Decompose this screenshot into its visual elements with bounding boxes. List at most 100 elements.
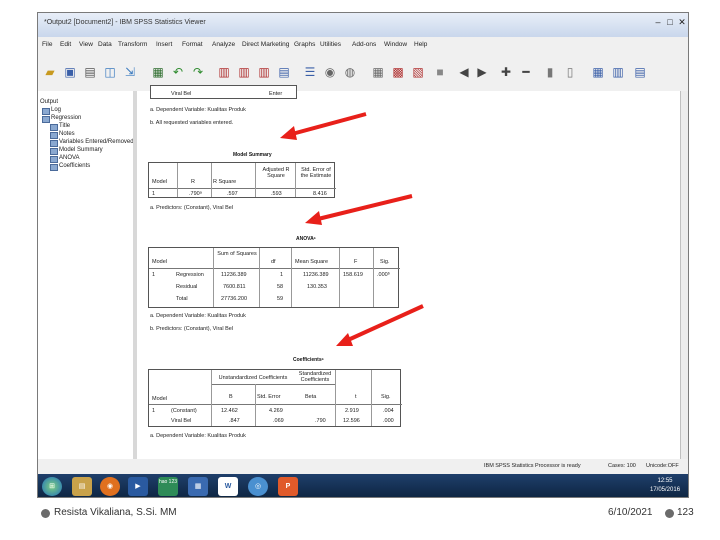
windows-start-icon[interactable]: ⊞ [42, 477, 62, 496]
coef-header-beta: Beta [305, 394, 317, 400]
coef-header-sig: Sig. [381, 394, 391, 400]
taskbar-clock[interactable]: 12:55 17/05/2016 [650, 477, 680, 495]
menu-transform[interactable]: Transform [118, 41, 147, 48]
variables-icon[interactable]: ▤ [276, 64, 292, 80]
menu-graphs[interactable]: Graphs [294, 41, 315, 48]
close-button[interactable]: ✕ [676, 16, 688, 28]
powerpoint-icon[interactable]: P [278, 477, 298, 496]
undo-icon[interactable]: ↶ [170, 64, 186, 80]
menu-addons[interactable]: Add-ons [352, 41, 376, 48]
show-icon[interactable]: ▮ [542, 64, 558, 80]
coef-group-unstd: Unstandardized Coefficients [218, 375, 288, 381]
save-icon[interactable]: ▣ [62, 64, 78, 80]
menu-help[interactable]: Help [414, 41, 427, 48]
hide-icon[interactable]: ▯ [562, 64, 578, 80]
insert-text-icon[interactable]: ▧ [410, 64, 426, 80]
menu-utilities[interactable]: Utilities [320, 41, 341, 48]
insert-heading-icon[interactable]: ▦ [370, 64, 386, 80]
ms-note-predictors: a. Predictors: (Constant), Viral Bel [150, 205, 234, 211]
recall-dialog-icon[interactable]: ▦ [150, 64, 166, 80]
goto-variable-icon[interactable]: ▥ [256, 64, 272, 80]
spss-icon[interactable]: ▦ [188, 477, 208, 496]
nav-item-regression[interactable]: Regression [51, 115, 81, 121]
menu-analyze[interactable]: Analyze [212, 41, 235, 48]
word-icon[interactable]: W [218, 477, 238, 496]
previous-table-fragment: Viral Bel Enter [150, 85, 297, 99]
divider [211, 370, 212, 426]
menu-data[interactable]: Data [98, 41, 112, 48]
menu-direct-marketing[interactable]: Direct Marketing [242, 41, 289, 48]
nav-item-coefficients[interactable]: Coefficients [59, 163, 90, 169]
nav-item-title[interactable]: Title [59, 123, 70, 129]
demote-icon[interactable]: ▶ [474, 64, 490, 80]
open-icon[interactable]: ▰ [42, 64, 58, 80]
divider [255, 163, 256, 197]
redo-icon[interactable]: ↷ [190, 64, 206, 80]
menu-insert[interactable]: Insert [156, 41, 172, 48]
spreadsheet-icon[interactable]: ▦ [590, 64, 606, 80]
output-content-pane: Viral Bel Enter a. Dependent Variable: K… [137, 85, 680, 474]
script-icon[interactable]: ▥ [610, 64, 626, 80]
vertical-scrollbar[interactable] [680, 91, 688, 474]
menu-file[interactable]: File [42, 41, 52, 48]
collapse-icon[interactable]: ━ [518, 64, 534, 80]
insert-block-icon[interactable]: ■ [432, 64, 448, 80]
designate-window-icon[interactable]: ☰ [302, 64, 318, 80]
insert-title-icon[interactable]: ▩ [390, 64, 406, 80]
coef-note-dependent: a. Dependent Variable: Kualitas Produk [150, 433, 246, 439]
minimize-button[interactable]: – [652, 16, 664, 28]
status-unicode: Unicode:OFF [646, 463, 679, 469]
nav-item-output[interactable]: Output [40, 99, 58, 105]
anova-cell: 1 [280, 272, 284, 278]
anova-icon [50, 156, 58, 163]
promote-icon[interactable]: ◀ [456, 64, 472, 80]
ms-header-std-error: Std. Error of the Estimate [300, 167, 332, 179]
anova-cell: Regression [176, 272, 204, 278]
anova-table: Model Sum of Squares df Mean Square F Si… [148, 247, 400, 308]
print-icon[interactable]: ▤ [82, 64, 98, 80]
coef-cell: .847 [229, 418, 240, 424]
nav-item-log[interactable]: Log [51, 107, 61, 113]
coef-group-std: Standardized Coefficients [298, 371, 332, 383]
divider [213, 248, 214, 307]
restore-button[interactable]: □ [664, 16, 676, 28]
nav-item-variables-entered[interactable]: Variables Entered/Removed [59, 139, 134, 145]
coef-cell: 12.462 [221, 408, 238, 414]
hao123-icon[interactable]: hao 123 [158, 477, 178, 496]
ms-cell-std-error: 8.416 [313, 191, 327, 197]
print-preview-icon[interactable]: ◫ [102, 64, 118, 80]
menu-format[interactable]: Format [182, 41, 203, 48]
coef-cell: 4.269 [269, 408, 283, 414]
coef-cell: (Constant) [171, 408, 197, 414]
nav-item-anova[interactable]: ANOVA [59, 155, 80, 161]
coef-header-b: B [229, 394, 233, 400]
nav-item-notes[interactable]: Notes [59, 131, 75, 137]
chrome-icon[interactable]: ◎ [248, 477, 268, 496]
menu-view[interactable]: View [79, 41, 93, 48]
media-icon[interactable]: ▶ [128, 477, 148, 496]
spss-viewer-window: *Output2 [Document2] - IBM SPSS Statisti… [37, 12, 689, 498]
fragment-method: Enter [269, 91, 283, 97]
explorer-icon[interactable]: ▤ [72, 477, 92, 496]
expand-icon[interactable]: ✚ [498, 64, 514, 80]
coefficients-title: Coefficientsᵃ [293, 357, 324, 363]
divider [335, 370, 336, 426]
select-last-output-icon[interactable]: ◉ [322, 64, 338, 80]
goto-case-icon[interactable]: ▥ [236, 64, 252, 80]
divider [211, 163, 212, 197]
firefox-icon[interactable]: ◉ [100, 477, 120, 496]
ms-header-r: R [191, 179, 195, 185]
anova-cell: 11236.389 [303, 272, 329, 278]
anova-cell: 7600.811 [223, 284, 246, 290]
menu-edit[interactable]: Edit [60, 41, 71, 48]
use-sets-icon[interactable]: ◍ [342, 64, 358, 80]
export-icon[interactable]: ⇲ [122, 64, 138, 80]
anova-cell: 27736.200 [221, 296, 247, 302]
chart-builder-icon[interactable]: ▤ [632, 64, 648, 80]
menu-window[interactable]: Window [384, 41, 407, 48]
anova-cell: 58 [277, 284, 284, 290]
nav-item-model-summary[interactable]: Model Summary [59, 147, 103, 153]
divider [177, 163, 178, 197]
goto-data-icon[interactable]: ▥ [216, 64, 232, 80]
title-icon [50, 124, 58, 131]
